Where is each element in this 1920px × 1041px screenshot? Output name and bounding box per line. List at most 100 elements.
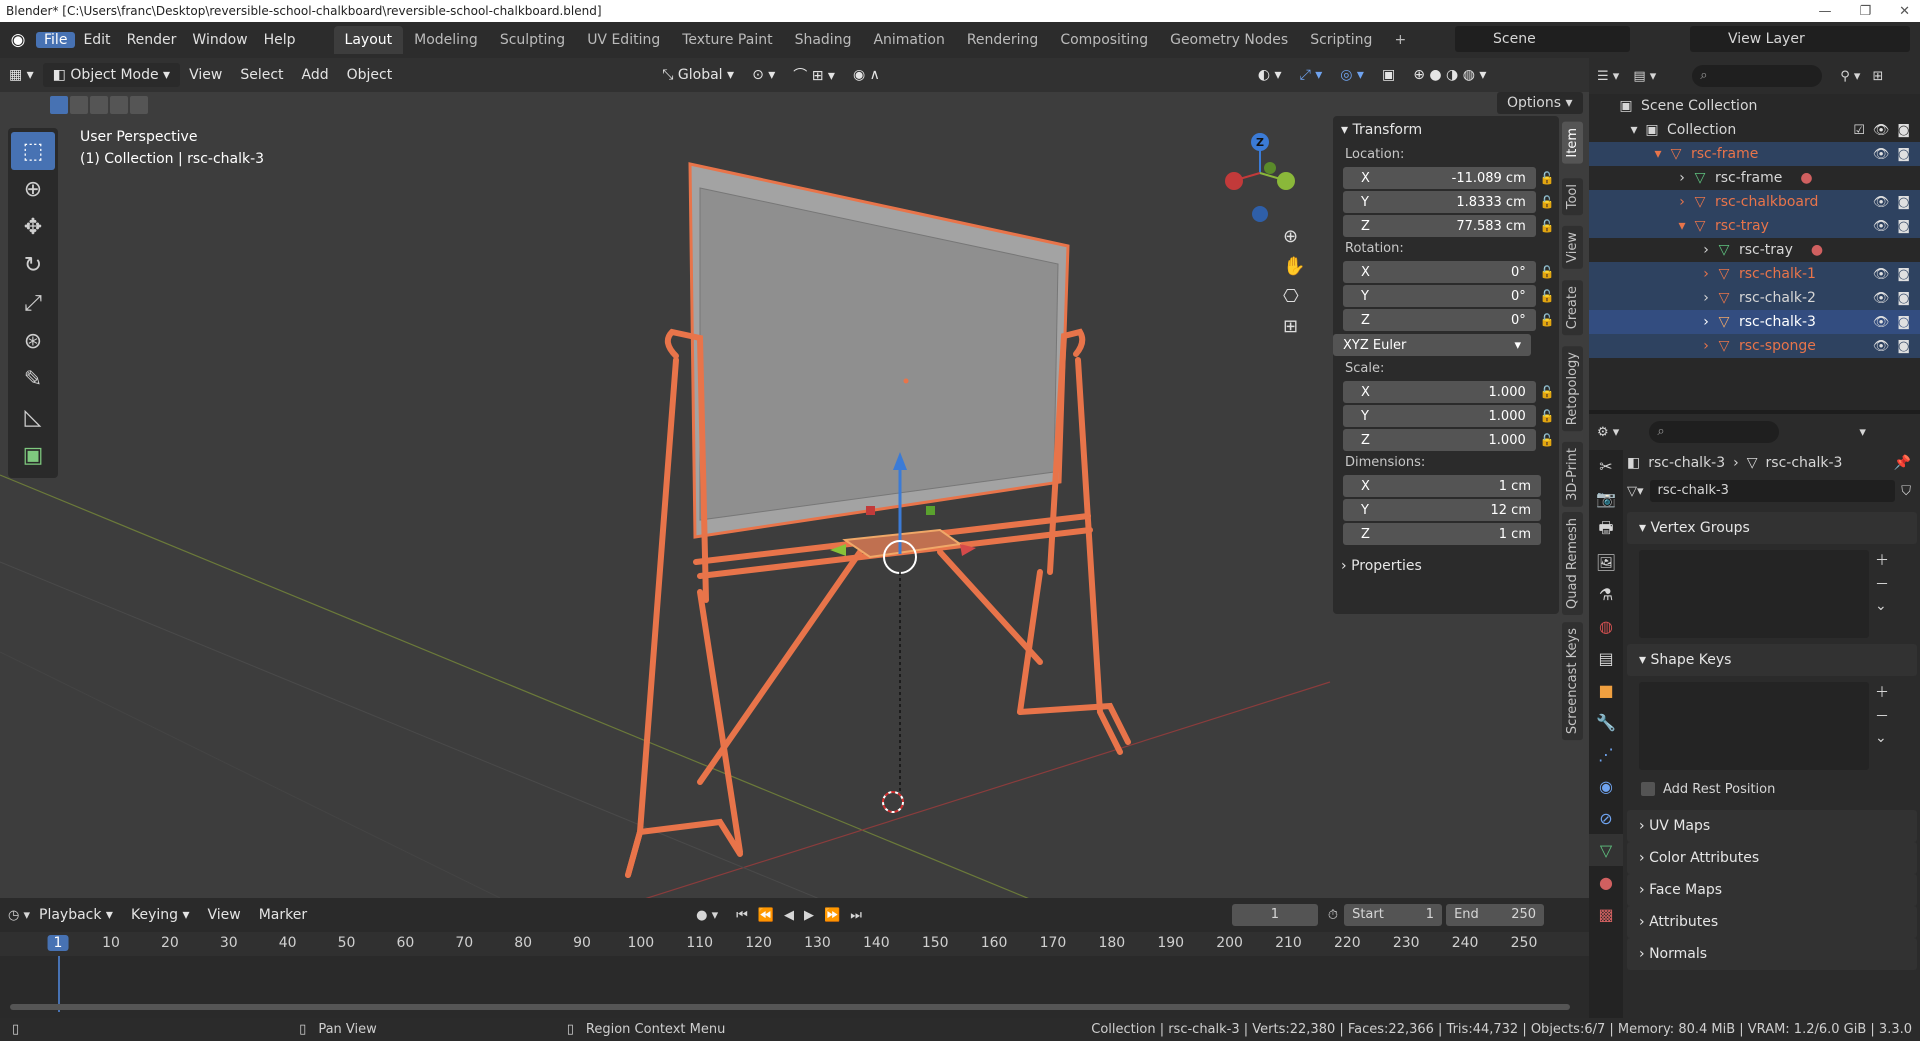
vertex-groups-header[interactable]: ▾ Vertex Groups xyxy=(1627,512,1917,544)
lock-icon[interactable]: 🔓 xyxy=(1536,433,1559,447)
overlay-toggle-icon[interactable]: ◎ ▾ xyxy=(1331,63,1373,87)
blender-logo-icon[interactable]: ◉ xyxy=(0,30,36,50)
3d-viewport[interactable]: ▦ ▾ ◧ Object Mode ▾ View Select Add Obje… xyxy=(0,58,1589,898)
scale-y-field[interactable]: Y 1.000 xyxy=(1343,405,1536,427)
outliner-row-rsc-chalk-2[interactable]: › ▽ rsc-chalk-2 👁 ◙ xyxy=(1589,286,1920,310)
menu-render[interactable]: Render xyxy=(119,32,185,48)
location-z-field[interactable]: Z 77.583 cm xyxy=(1343,215,1536,237)
tab-3d-print[interactable]: 3D-Print xyxy=(1562,442,1583,507)
xray-icon[interactable]: ▣ xyxy=(1373,63,1404,87)
outliner-row-scene-collection[interactable]: ▣ Scene Collection xyxy=(1589,94,1920,118)
snap-icon[interactable]: ⌒ ⊞ ▾ xyxy=(784,61,844,89)
properties-search-input[interactable]: ⌕ xyxy=(1649,421,1780,443)
select-intersect-icon[interactable] xyxy=(130,96,148,114)
eye-icon[interactable]: 👁 xyxy=(1873,123,1890,138)
outliner-row-rsc-chalk-1[interactable]: › ▽ rsc-chalk-1 👁 ◙ xyxy=(1589,262,1920,286)
lock-icon[interactable]: 🔓 xyxy=(1536,409,1559,423)
scale-tool-icon[interactable]: ⤢ xyxy=(11,284,55,322)
add-icon[interactable]: ＋ xyxy=(1875,550,1889,570)
frame-ruler[interactable]: 1 10 20 30 40 50 60 70 80 90 100 110 120 130 140 150 160… xyxy=(0,932,1589,956)
scene-tab-icon[interactable]: ⚗ xyxy=(1589,578,1623,610)
jump-start-icon[interactable]: ⏮ xyxy=(736,908,748,923)
shape-keys-list[interactable] xyxy=(1639,682,1869,770)
lock-icon[interactable]: 🔓 xyxy=(1536,385,1559,399)
select-new-icon[interactable] xyxy=(50,96,68,114)
add-rest-position-checkbox[interactable]: Add Rest Position xyxy=(1627,776,1917,802)
mesh-name-field[interactable]: rsc-chalk-3 xyxy=(1649,480,1896,502)
outliner-row-rsc-chalk-3[interactable]: › ▽ rsc-chalk-3 👁 ◙ xyxy=(1589,310,1920,334)
viewport-menu-select[interactable]: Select xyxy=(231,63,292,87)
end-frame-field[interactable]: End 250 xyxy=(1446,904,1545,926)
eye-icon[interactable]: 👁 xyxy=(1873,339,1890,354)
location-y-field[interactable]: Y 1.8333 cm xyxy=(1343,191,1536,213)
color-attributes-header[interactable]: › Color Attributes xyxy=(1627,842,1917,874)
texture-tab-icon[interactable]: ▩ xyxy=(1589,898,1623,930)
move-tool-icon[interactable]: ✥ xyxy=(11,208,55,246)
jump-keyframe-forward-icon[interactable]: ⏩ xyxy=(824,908,840,923)
expand-icon[interactable]: › xyxy=(1697,338,1715,354)
menu-window[interactable]: Window xyxy=(184,32,255,48)
expand-icon[interactable]: ▾ xyxy=(1649,146,1667,162)
transform-tool-icon[interactable]: ⊛ xyxy=(11,322,55,360)
rotation-z-field[interactable]: Z 0° xyxy=(1343,309,1536,331)
eye-icon[interactable]: 👁 xyxy=(1873,219,1890,234)
rotation-mode-select[interactable]: XYZ Euler ▾ xyxy=(1333,334,1531,356)
viewport-menu-view[interactable]: View xyxy=(180,63,231,87)
select-invert-icon[interactable] xyxy=(110,96,128,114)
expand-icon[interactable]: › xyxy=(1697,266,1715,282)
add-icon[interactable]: ＋ xyxy=(1875,682,1889,702)
timeline-menu-view[interactable]: View xyxy=(198,903,249,927)
face-maps-header[interactable]: › Face Maps xyxy=(1627,874,1917,906)
tab-create[interactable]: Create xyxy=(1562,280,1583,336)
menu-help[interactable]: Help xyxy=(256,32,304,48)
jump-keyframe-back-icon[interactable]: ⏪ xyxy=(758,908,774,923)
camera-render-icon[interactable]: ◙ xyxy=(1897,267,1910,282)
eye-icon[interactable]: 👁 xyxy=(1873,147,1890,162)
camera-render-icon[interactable]: ◙ xyxy=(1897,219,1910,234)
mesh-browse-icon[interactable]: ▽▾ xyxy=(1627,484,1644,499)
tab-geometry-nodes[interactable]: Geometry Nodes xyxy=(1159,26,1299,54)
expand-icon[interactable]: › xyxy=(1697,242,1715,258)
camera-render-icon[interactable]: ◙ xyxy=(1897,147,1910,162)
view-layer-tab-icon[interactable]: 🖼 xyxy=(1589,546,1623,578)
editor-type-icon[interactable]: ▦ ▾ xyxy=(0,63,43,87)
tab-rendering[interactable]: Rendering xyxy=(956,26,1050,54)
outliner-search-input[interactable]: ⌕ xyxy=(1692,65,1823,87)
expand-icon[interactable]: › xyxy=(1697,290,1715,306)
properties-header[interactable]: › Properties xyxy=(1333,552,1559,580)
render-tab-icon[interactable]: 📷 xyxy=(1589,482,1623,514)
transform-orientation-selector[interactable]: ⤡ Global ▾ xyxy=(653,63,743,87)
stopwatch-icon[interactable]: ⏱ xyxy=(1328,908,1338,923)
tab-view[interactable]: View xyxy=(1562,226,1583,269)
camera-icon[interactable]: ⎔ xyxy=(1283,286,1305,307)
scale-z-field[interactable]: Z 1.000 xyxy=(1343,429,1536,451)
dimensions-y-field[interactable]: Y 12 cm xyxy=(1343,499,1541,521)
add-cube-tool-icon[interactable]: ▣ xyxy=(11,436,55,474)
add-workspace-icon[interactable]: + xyxy=(1383,26,1417,54)
tab-retopology[interactable]: Retopology xyxy=(1562,346,1583,432)
mode-selector[interactable]: ◧ Object Mode ▾ xyxy=(42,63,181,87)
record-icon[interactable]: ● ▾ xyxy=(696,908,718,923)
particles-tab-icon[interactable]: ⋰ xyxy=(1589,738,1623,770)
chevron-down-icon[interactable]: ▾ xyxy=(1859,425,1866,440)
tab-modeling[interactable]: Modeling xyxy=(403,26,489,54)
rotate-tool-icon[interactable]: ↻ xyxy=(11,246,55,284)
rotation-y-field[interactable]: Y 0° xyxy=(1343,285,1536,307)
filter-icon[interactable]: ⚲ ▾ xyxy=(1840,69,1860,84)
tab-texture-paint[interactable]: Texture Paint xyxy=(671,26,783,54)
chevron-down-icon[interactable]: ⌄ xyxy=(1875,730,1889,746)
eye-icon[interactable]: 👁 xyxy=(1873,267,1890,282)
object-tab-icon[interactable]: ■ xyxy=(1589,674,1623,706)
modifier-tab-icon[interactable]: 🔧 xyxy=(1589,706,1623,738)
annotate-tool-icon[interactable]: ✎ xyxy=(11,360,55,398)
remove-icon[interactable]: － xyxy=(1875,574,1889,594)
lock-icon[interactable]: 🔓 xyxy=(1536,195,1559,209)
zoom-icon[interactable]: ⊕ xyxy=(1283,226,1305,247)
tab-compositing[interactable]: Compositing xyxy=(1049,26,1159,54)
shape-keys-header[interactable]: ▾ Shape Keys xyxy=(1627,644,1917,676)
close-icon[interactable]: ✕ xyxy=(1899,4,1910,19)
tab-screencast-keys[interactable]: Screencast Keys xyxy=(1562,622,1583,741)
tab-sculpting[interactable]: Sculpting xyxy=(489,26,576,54)
perspective-grid-icon[interactable]: ⊞ xyxy=(1283,316,1305,337)
visibility-icon[interactable]: ◐ ▾ xyxy=(1249,63,1291,87)
